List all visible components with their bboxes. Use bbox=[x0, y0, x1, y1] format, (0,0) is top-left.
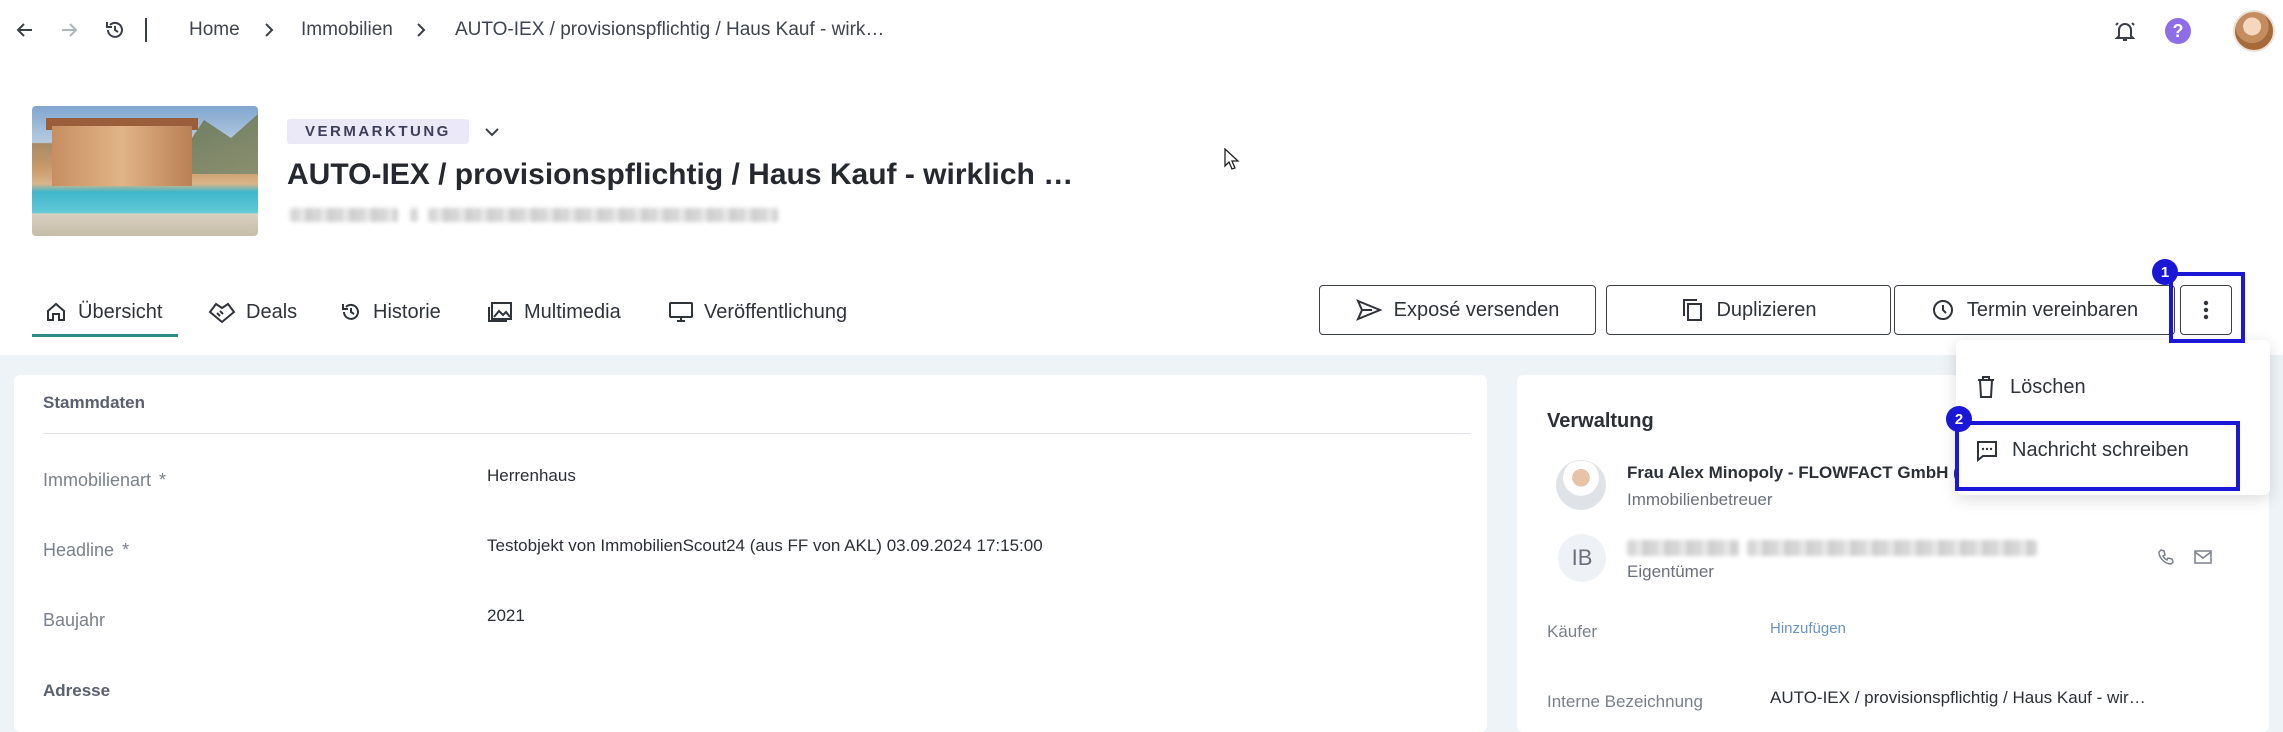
tab-deals[interactable]: Deals bbox=[208, 292, 297, 332]
tab-label: Veröffentlichung bbox=[704, 300, 848, 323]
handshake-icon bbox=[208, 302, 236, 324]
owner-role: Eigentümer bbox=[1627, 562, 1714, 581]
tab-historie[interactable]: Historie bbox=[339, 292, 441, 332]
owner-avatar[interactable]: IB bbox=[1558, 534, 1606, 582]
field-value-headline[interactable]: Testobjekt von ImmobilienScout24 (aus FF… bbox=[487, 536, 1043, 556]
send-expose-button[interactable]: Exposé versenden bbox=[1319, 285, 1596, 335]
blurred-property-id bbox=[290, 208, 398, 222]
clock-icon bbox=[1932, 300, 1953, 320]
user-avatar[interactable] bbox=[2233, 10, 2275, 52]
status-badge[interactable]: VERMARKTUNG bbox=[287, 119, 469, 144]
field-label-kaeufer: Käufer bbox=[1547, 622, 1598, 641]
mail-icon[interactable] bbox=[2194, 549, 2212, 565]
manager-avatar[interactable] bbox=[1556, 460, 1606, 510]
menu-item-label: Löschen bbox=[2010, 375, 2086, 398]
phone-icon[interactable] bbox=[2157, 548, 2175, 566]
page-title: AUTO-IEX / provisionspflichtig / Haus Ka… bbox=[287, 158, 1074, 191]
tab-label: Multimedia bbox=[524, 300, 621, 323]
history-icon bbox=[342, 303, 359, 320]
blurred-owner-name bbox=[1627, 540, 1739, 556]
property-image[interactable] bbox=[32, 106, 258, 236]
field-value-interne-bezeichnung[interactable]: AUTO-IEX / provisionspflichtig / Haus Ka… bbox=[1770, 688, 2146, 708]
tab-label: Übersicht bbox=[78, 300, 163, 323]
blurred-owner-company bbox=[1747, 540, 2037, 556]
blurred-address bbox=[428, 208, 778, 222]
breadcrumb-home[interactable]: Home bbox=[189, 19, 240, 41]
section-title-verwaltung: Verwaltung bbox=[1547, 410, 1654, 432]
breadcrumb-current: AUTO-IEX / provisionspflichtig / Haus Ka… bbox=[455, 19, 885, 40]
active-tab-indicator bbox=[32, 334, 178, 337]
field-label-interne-bezeichnung: Interne Bezeichnung bbox=[1547, 692, 1703, 711]
trash-icon bbox=[1978, 376, 1994, 398]
field-label-baujahr: Baujahr bbox=[43, 610, 106, 630]
duplicate-button[interactable]: Duplizieren bbox=[1606, 285, 1891, 335]
back-arrow-icon[interactable] bbox=[12, 17, 38, 43]
section-title-adresse: Adresse bbox=[43, 681, 111, 700]
mouse-cursor-icon bbox=[1224, 148, 1240, 170]
highlight-box-write-message bbox=[1955, 421, 2240, 491]
section-divider bbox=[43, 433, 1471, 434]
schedule-appointment-button[interactable]: Termin vereinbaren bbox=[1894, 285, 2175, 335]
copy-icon bbox=[1683, 299, 1703, 321]
images-icon bbox=[488, 302, 512, 322]
chevron-down-icon[interactable] bbox=[482, 122, 502, 142]
step-badge-1: 1 bbox=[2152, 259, 2178, 285]
help-icon[interactable]: ? bbox=[2161, 14, 2195, 48]
chevron-right-icon bbox=[265, 23, 274, 37]
field-label-headline: Headline * bbox=[43, 540, 130, 560]
field-label-immobilienart: Immobilienart * bbox=[43, 470, 167, 490]
chevron-right-icon bbox=[417, 23, 426, 37]
tab-label: Historie bbox=[373, 300, 441, 323]
button-label: Exposé versenden bbox=[1393, 298, 1560, 321]
section-title: Stammdaten bbox=[43, 393, 146, 412]
step-badge-2: 2 bbox=[1946, 406, 1972, 432]
home-icon bbox=[47, 302, 65, 321]
stammdaten-card: Stammdaten Immobilienart * Herrenhaus Hea… bbox=[14, 375, 1487, 732]
breadcrumb-immobilien[interactable]: Immobilien bbox=[301, 19, 393, 41]
history-icon[interactable] bbox=[102, 17, 128, 43]
tab-veroeffentlichung[interactable]: Veröffentlichung bbox=[668, 292, 847, 332]
manager-role: Immobilienbetreuer bbox=[1627, 490, 1773, 509]
notification-bell-icon[interactable] bbox=[2108, 14, 2142, 48]
send-icon bbox=[1355, 299, 1382, 321]
forward-arrow-icon[interactable] bbox=[56, 17, 82, 43]
top-bar: Home Immobilien AUTO-IEX / provisionspfl… bbox=[0, 0, 2283, 62]
tab-uebersicht[interactable]: Übersicht bbox=[44, 292, 162, 332]
field-value-baujahr[interactable]: 2021 bbox=[487, 606, 525, 626]
field-value-immobilienart[interactable]: Herrenhaus bbox=[487, 466, 576, 486]
tab-label: Deals bbox=[246, 300, 298, 323]
nav-divider bbox=[145, 18, 147, 42]
menu-item-delete[interactable]: Löschen bbox=[1976, 375, 2086, 399]
tab-multimedia[interactable]: Multimedia bbox=[486, 292, 621, 332]
button-label: Duplizieren bbox=[1716, 298, 1817, 321]
button-label: Termin vereinbaren bbox=[1966, 298, 2139, 321]
add-buyer-link[interactable]: Hinzufügen bbox=[1770, 620, 1846, 637]
monitor-icon bbox=[669, 302, 693, 322]
manager-name[interactable]: Frau Alex Minopoly - FLOWFACT GmbH (T bbox=[1627, 463, 1969, 483]
highlight-box-more-options bbox=[2169, 272, 2245, 343]
blurred-separator bbox=[410, 208, 418, 222]
